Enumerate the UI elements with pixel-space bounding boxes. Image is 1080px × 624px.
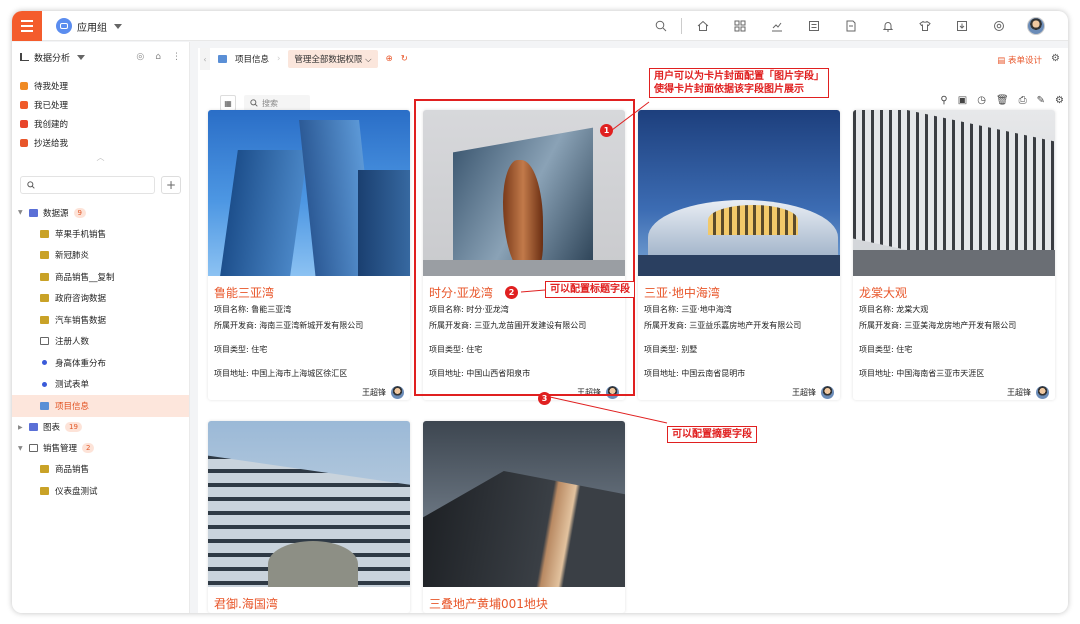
callout-image-field: 用户可以为卡片封面配置「图片字段」 使得卡片封面依据该字段图片展示 bbox=[649, 68, 829, 98]
callout-line: 使得卡片封面依据该字段图片展示 bbox=[654, 84, 804, 95]
annotation-number-1: 1 bbox=[600, 124, 613, 137]
app-window: 应用组 数据分析 ◎ ⌂ ⋮ 待我处理 我已处理 我创建的 抄送给我 ︿ + ▼… bbox=[12, 11, 1068, 613]
callout-summary-field: 可以配置摘要字段 bbox=[667, 426, 757, 443]
annotation-number-3: 3 bbox=[538, 392, 551, 405]
annotation-lines bbox=[520, 101, 668, 424]
callout-line: 用户可以为卡片封面配置「图片字段」 bbox=[654, 71, 824, 82]
callout-title-field: 可以配置标题字段 bbox=[545, 281, 635, 298]
annotation-number-2: 2 bbox=[505, 286, 518, 299]
